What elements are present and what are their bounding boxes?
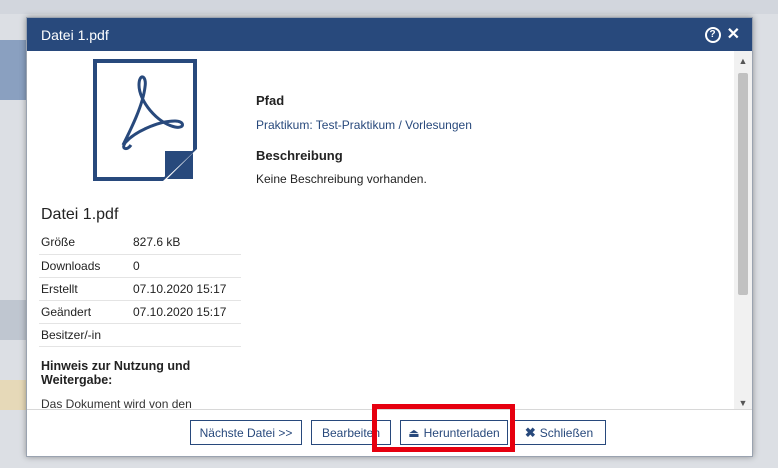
download-highlight-box [372, 404, 515, 452]
content-scrollbar[interactable]: ▲ ▼ [734, 51, 752, 411]
dialog-content: Datei 1.pdf Größe 827.6 kB Downloads 0 E… [27, 51, 752, 411]
meta-value: 07.10.2020 15:17 [131, 300, 241, 324]
meta-key: Größe [39, 231, 131, 255]
meta-value [131, 323, 241, 347]
background-page [0, 40, 26, 100]
next-file-button[interactable]: Nächste Datei >> [190, 420, 302, 445]
meta-value: 827.6 kB [131, 231, 241, 255]
scrollbar-thumb[interactable] [738, 73, 748, 295]
path-label: Pfad [256, 93, 285, 108]
description-label: Beschreibung [256, 148, 343, 163]
meta-key: Erstellt [39, 277, 131, 301]
table-row: Geändert 07.10.2020 15:17 [39, 300, 241, 324]
dialog-titlebar: Datei 1.pdf ? ✕ [27, 18, 752, 51]
pdf-document-icon [93, 59, 197, 181]
background-page [0, 380, 26, 410]
background-page [0, 300, 26, 340]
close-icon[interactable]: ✕ [727, 26, 740, 43]
file-metadata-table: Größe 827.6 kB Downloads 0 Erstellt 07.1… [39, 231, 241, 347]
close-button-label: Schließen [539, 425, 594, 440]
meta-key: Geändert [39, 300, 131, 324]
usage-hint-title: Hinweis zur Nutzung und Weitergabe: [41, 359, 191, 387]
description-text: Keine Beschreibung vorhanden. [256, 172, 427, 186]
meta-value: 0 [131, 254, 241, 278]
table-row: Besitzer/-in [39, 323, 241, 347]
help-icon[interactable]: ? [704, 26, 721, 43]
scroll-up-icon[interactable]: ▲ [734, 53, 752, 69]
table-row: Größe 827.6 kB [39, 231, 241, 255]
meta-key: Downloads [39, 254, 131, 278]
file-details-dialog: Datei 1.pdf ? ✕ Datei 1.pdf Größe 827.6 … [26, 17, 753, 457]
close-icon: ✖ [524, 424, 536, 440]
close-button[interactable]: ✖ Schließen [512, 420, 606, 445]
dialog-title: Datei 1.pdf [41, 26, 109, 43]
background-page [0, 0, 778, 14]
file-name: Datei 1.pdf [41, 206, 119, 223]
meta-key: Besitzer/-in [39, 323, 131, 347]
path-link[interactable]: Praktikum: Test-Praktikum / Vorlesungen [256, 118, 472, 132]
meta-value: 07.10.2020 15:17 [131, 277, 241, 301]
table-row: Erstellt 07.10.2020 15:17 [39, 277, 241, 301]
table-row: Downloads 0 [39, 254, 241, 278]
